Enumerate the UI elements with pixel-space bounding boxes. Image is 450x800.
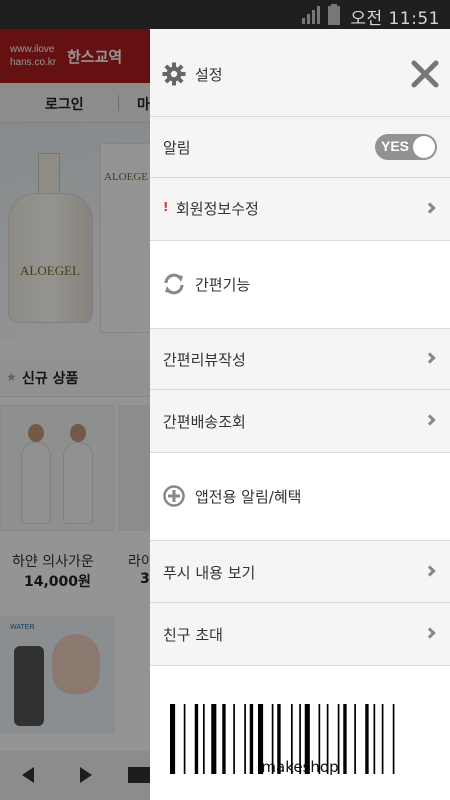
settings-drawer: 설정 알림 YES ! 회원정보수정 간편기능 간편리뷰작성 간편배송조회 앱전…: [150, 29, 450, 800]
battery-icon: [328, 4, 340, 25]
gear-icon: [162, 62, 186, 86]
notification-row: 알림 YES: [150, 117, 450, 178]
notification-toggle[interactable]: YES: [375, 134, 437, 160]
drawer-header: 설정: [150, 29, 450, 117]
chevron-right-icon: [424, 352, 436, 364]
quick-review-row[interactable]: 간편리뷰작성: [150, 328, 450, 390]
signal-icon: [302, 6, 320, 24]
push-view-label: 푸시 내용 보기: [163, 564, 256, 582]
invite-friend-row[interactable]: 친구 초대: [150, 603, 450, 666]
crosshair-icon: [163, 485, 185, 507]
app-alert-section-header: 앱전용 알림/혜택: [150, 453, 450, 540]
quick-section-label: 간편기능: [195, 276, 251, 294]
status-bar: 오전 11:51: [0, 0, 450, 29]
toggle-text: YES: [381, 138, 410, 154]
status-time: 오전 11:51: [350, 9, 440, 29]
chevron-right-icon: [424, 414, 436, 426]
notification-label: 알림: [163, 139, 191, 157]
chevron-right-icon: [424, 565, 436, 577]
alert-marker: !: [163, 200, 169, 214]
barcode-caption: makeshop: [261, 758, 339, 776]
quick-delivery-row[interactable]: 간편배송조회: [150, 390, 450, 453]
barcode-area: makeshop: [150, 666, 450, 800]
toggle-knob: [413, 136, 435, 158]
member-edit-row[interactable]: ! 회원정보수정: [150, 178, 450, 241]
chevron-right-icon: [424, 202, 436, 214]
close-icon[interactable]: [410, 59, 440, 89]
invite-friend-label: 친구 초대: [163, 626, 223, 644]
app-alert-section-label: 앱전용 알림/혜택: [195, 488, 302, 506]
quick-delivery-label: 간편배송조회: [163, 413, 246, 431]
member-edit-label: 회원정보수정: [176, 200, 259, 218]
quick-review-label: 간편리뷰작성: [163, 351, 246, 369]
chevron-right-icon: [424, 627, 436, 639]
quick-section-header: 간편기능: [150, 241, 450, 328]
push-view-row[interactable]: 푸시 내용 보기: [150, 540, 450, 603]
refresh-icon: [164, 273, 184, 295]
settings-title: 설정: [195, 66, 223, 84]
